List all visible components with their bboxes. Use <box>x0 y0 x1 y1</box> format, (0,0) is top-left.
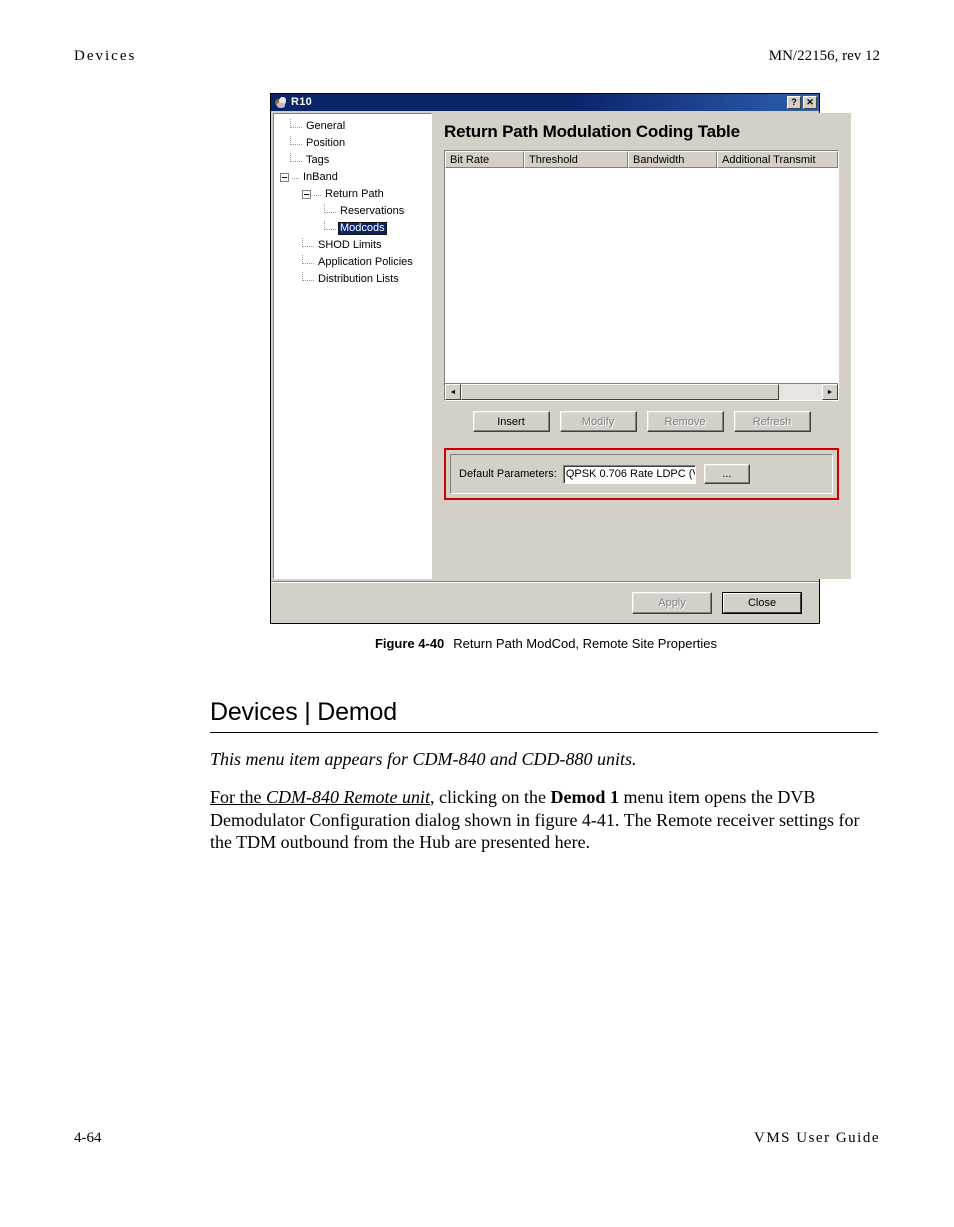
para-seg-unit-name: CDM-840 Remote unit <box>266 787 430 807</box>
tree-item-general[interactable]: General <box>278 118 429 135</box>
scrollbar-thumb[interactable] <box>461 384 779 400</box>
figure-4-40: R10 ? ✕ General Position Tags InBand Ret… <box>270 93 851 651</box>
tree-connector-icon <box>290 153 302 162</box>
header-chapter-label: Devices <box>74 48 137 64</box>
page-running-footer: 4-64 VMS User Guide <box>74 1130 880 1152</box>
tree-connector-icon <box>290 119 302 128</box>
tree-item-label: Reservations <box>340 205 405 217</box>
tree-item-label: Return Path <box>325 188 384 200</box>
figure-caption-number: Figure 4-40 <box>374 636 445 651</box>
tree-item-reservations[interactable]: Reservations <box>278 203 429 220</box>
navigation-tree[interactable]: General Position Tags InBand Return Path… <box>273 113 432 579</box>
scrollbar-track[interactable] <box>461 384 822 400</box>
dialog-body: General Position Tags InBand Return Path… <box>271 111 851 581</box>
figure-caption: Figure 4-40 Return Path ModCod, Remote Si… <box>270 636 822 651</box>
collapse-minus-icon[interactable] <box>302 190 311 199</box>
intro-paragraph: This menu item appears for CDM-840 and C… <box>210 749 637 769</box>
tree-connector-icon <box>292 170 299 179</box>
tree-connector-icon <box>324 221 336 230</box>
apply-button[interactable]: Apply <box>632 591 712 614</box>
tree-item-label: Application Policies <box>318 256 413 268</box>
tree-item-label: Tags <box>306 154 330 166</box>
scroll-right-arrow-icon[interactable]: ► <box>822 384 838 400</box>
tree-item-modcods[interactable]: Modcods <box>278 220 429 237</box>
tree-item-tags[interactable]: Tags <box>278 152 429 169</box>
tree-item-inband[interactable]: InBand <box>278 169 429 186</box>
header-document-number: MN/22156, rev 12 <box>768 48 880 64</box>
footer-document-title: VMS User Guide <box>754 1130 880 1146</box>
horizontal-scrollbar[interactable]: ◄ ► <box>445 383 838 400</box>
para-seg-for-the: For the <box>210 787 266 807</box>
page-title: Devices | Demod <box>210 698 397 726</box>
default-parameters-annotation: Default Parameters: QPSK 0.706 Rate LDPC… <box>444 448 839 500</box>
tree-item-label: General <box>306 120 346 132</box>
tree-connector-icon <box>314 187 321 196</box>
close-button-label: Close <box>723 592 801 613</box>
refresh-button[interactable]: Refresh <box>733 411 811 432</box>
panel-title: Return Path Modulation Coding Table <box>444 122 740 141</box>
collapse-minus-icon[interactable] <box>280 173 289 182</box>
tree-item-return-path[interactable]: Return Path <box>278 186 429 203</box>
modcod-table[interactable]: Bit Rate Threshold Bandwidth Additional … <box>444 150 839 401</box>
para-seg-demod-1: Demod 1 <box>550 787 619 807</box>
tree-item-label-selected: Modcods <box>338 222 387 235</box>
table-body-empty[interactable] <box>445 168 838 383</box>
help-icon[interactable]: ? <box>787 96 801 109</box>
dialog-title: R10 <box>291 96 313 108</box>
column-header-bit-rate[interactable]: Bit Rate <box>445 151 524 168</box>
footer-page-number: 4-64 <box>74 1130 102 1146</box>
tree-connector-icon <box>290 136 302 145</box>
scroll-left-arrow-icon[interactable]: ◄ <box>445 384 461 400</box>
heading-rule <box>210 732 878 733</box>
tree-item-label: Position <box>306 137 346 149</box>
application-icon <box>274 96 288 109</box>
modcods-panel: Return Path Modulation Coding Table Bit … <box>432 113 851 579</box>
tree-connector-icon <box>302 255 314 264</box>
column-header-bandwidth[interactable]: Bandwidth <box>628 151 717 168</box>
tree-item-application-policies[interactable]: Application Policies <box>278 254 429 271</box>
tree-item-position[interactable]: Position <box>278 135 429 152</box>
modify-button[interactable]: Modify <box>559 411 637 432</box>
table-action-buttons: Insert Modify Remove Refresh <box>442 411 841 432</box>
close-button[interactable]: Close <box>722 591 802 614</box>
tree-item-distribution-lists[interactable]: Distribution Lists <box>278 271 429 288</box>
page-running-header: Devices MN/22156, rev 12 <box>74 48 880 70</box>
insert-button[interactable]: Insert <box>472 411 550 432</box>
tree-item-shod-limits[interactable]: SHOD Limits <box>278 237 429 254</box>
tree-item-label: Distribution Lists <box>318 273 399 285</box>
titlebar-buttons: ? ✕ <box>787 96 817 109</box>
tree-connector-icon <box>302 272 314 281</box>
default-parameters-browse-button[interactable]: ... <box>703 464 750 484</box>
r10-properties-dialog: R10 ? ✕ General Position Tags InBand Ret… <box>270 93 851 624</box>
tree-item-label: SHOD Limits <box>318 239 382 251</box>
table-header-row: Bit Rate Threshold Bandwidth Additional … <box>445 151 838 168</box>
column-header-additional-transmit[interactable]: Additional Transmit <box>717 151 838 168</box>
body-paragraph: For the CDM-840 Remote unit, clicking on… <box>210 786 878 854</box>
remove-button[interactable]: Remove <box>646 411 724 432</box>
default-parameters-field[interactable]: QPSK 0.706 Rate LDPC (V <box>562 464 696 484</box>
figure-caption-text: Return Path ModCod, Remote Site Properti… <box>453 636 718 651</box>
tree-connector-icon <box>302 238 314 247</box>
document-content: Devices | Demod This menu item appears f… <box>210 698 878 854</box>
column-header-threshold[interactable]: Threshold <box>524 151 628 168</box>
dialog-footer: Apply Close <box>271 581 819 623</box>
close-icon[interactable]: ✕ <box>803 96 817 109</box>
default-parameters-group: Default Parameters: QPSK 0.706 Rate LDPC… <box>450 454 833 494</box>
dialog-titlebar[interactable]: R10 ? ✕ <box>271 94 819 111</box>
default-parameters-label: Default Parameters: <box>459 468 557 480</box>
tree-connector-icon <box>324 204 336 213</box>
para-seg-mid: , clicking on the <box>429 787 551 807</box>
tree-item-label: InBand <box>303 171 338 183</box>
